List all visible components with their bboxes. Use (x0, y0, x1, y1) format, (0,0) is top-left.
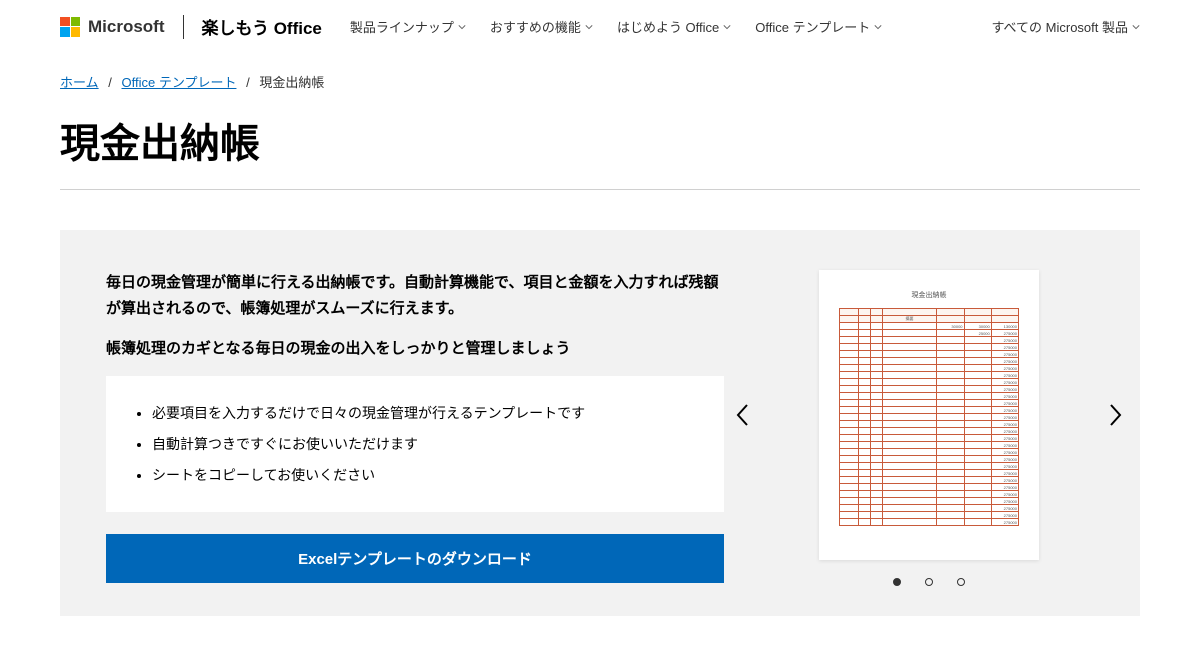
breadcrumb-home[interactable]: ホーム (60, 75, 99, 90)
nav-label: 製品ラインナップ (350, 17, 454, 36)
breadcrumb-separator: / (108, 75, 112, 90)
primary-nav: 製品ラインナップ おすすめの機能 はじめよう Office Office テンプ… (350, 17, 992, 36)
microsoft-logo[interactable]: Microsoft (60, 17, 165, 37)
chevron-down-icon (1132, 23, 1140, 31)
nav-templates[interactable]: Office テンプレート (755, 17, 882, 36)
lead-text: 毎日の現金管理が簡単に行える出納帳です。自動計算機能で、項目と金額を入力すれば残… (106, 270, 724, 321)
nav-get-started[interactable]: はじめよう Office (617, 17, 731, 36)
hero-left: 毎日の現金管理が簡単に行える出納帳です。自動計算機能で、項目と金額を入力すれば残… (106, 270, 724, 586)
chevron-left-icon (735, 403, 749, 427)
feature-bullet: 自動計算つきですぐにお使いいただけます (152, 429, 696, 460)
carousel-dot-2[interactable] (925, 578, 933, 586)
page-title: 現金出納帳 (0, 101, 1200, 189)
nav-label: はじめよう Office (617, 17, 719, 36)
chevron-down-icon (458, 23, 466, 31)
carousel-dots (893, 578, 965, 586)
breadcrumb-separator: / (246, 75, 250, 90)
carousel: 現金出納帳 摘要 3000030000130000 25000275000 27… (764, 270, 1094, 560)
breadcrumb: ホーム / Office テンプレート / 現金出納帳 (0, 54, 1200, 101)
nav-recommended[interactable]: おすすめの機能 (490, 17, 593, 36)
feature-box: 必要項目を入力するだけで日々の現金管理が行えるテンプレートです 自動計算つきです… (106, 376, 724, 512)
carousel-next-button[interactable] (1108, 401, 1124, 429)
hero-section: 毎日の現金管理が簡単に行える出納帳です。自動計算機能で、項目と金額を入力すれば残… (60, 230, 1140, 616)
content-wrap: 毎日の現金管理が簡単に行える出納帳です。自動計算機能で、項目と金額を入力すれば残… (0, 190, 1200, 646)
carousel-prev-button[interactable] (734, 401, 750, 429)
chevron-down-icon (585, 23, 593, 31)
carousel-dot-3[interactable] (957, 578, 965, 586)
download-button[interactable]: Excelテンプレートのダウンロード (106, 534, 724, 583)
site-brand[interactable]: 楽しもう Office (202, 14, 322, 39)
feature-bullet: シートをコピーしてお使いください (152, 460, 696, 491)
all-products-menu[interactable]: すべての Microsoft 製品 (991, 17, 1140, 36)
carousel-dot-1[interactable] (893, 578, 901, 586)
microsoft-logo-icon (60, 17, 80, 37)
template-preview[interactable]: 現金出納帳 摘要 3000030000130000 25000275000 27… (819, 270, 1039, 560)
chevron-right-icon (1109, 403, 1123, 427)
feature-bullet: 必要項目を入力するだけで日々の現金管理が行えるテンプレートです (152, 398, 696, 429)
hero-right: 現金出納帳 摘要 3000030000130000 25000275000 27… (764, 270, 1094, 586)
all-products-label: すべての Microsoft 製品 (991, 17, 1128, 36)
breadcrumb-current: 現金出納帳 (259, 75, 324, 90)
preview-table: 摘要 3000030000130000 25000275000 275000 2… (839, 308, 1019, 526)
preview-title: 現金出納帳 (839, 290, 1019, 300)
global-header: Microsoft 楽しもう Office 製品ラインナップ おすすめの機能 は… (0, 0, 1200, 54)
nav-product-lineup[interactable]: 製品ラインナップ (350, 17, 466, 36)
header-divider (183, 15, 184, 39)
breadcrumb-templates[interactable]: Office テンプレート (122, 75, 237, 90)
chevron-down-icon (874, 23, 882, 31)
sublead-text: 帳簿処理のカギとなる毎日の現金の出入をしっかりと管理しましょう (106, 337, 724, 358)
chevron-down-icon (723, 23, 731, 31)
nav-label: Office テンプレート (755, 17, 870, 36)
nav-label: おすすめの機能 (490, 17, 581, 36)
microsoft-wordmark: Microsoft (88, 17, 165, 37)
